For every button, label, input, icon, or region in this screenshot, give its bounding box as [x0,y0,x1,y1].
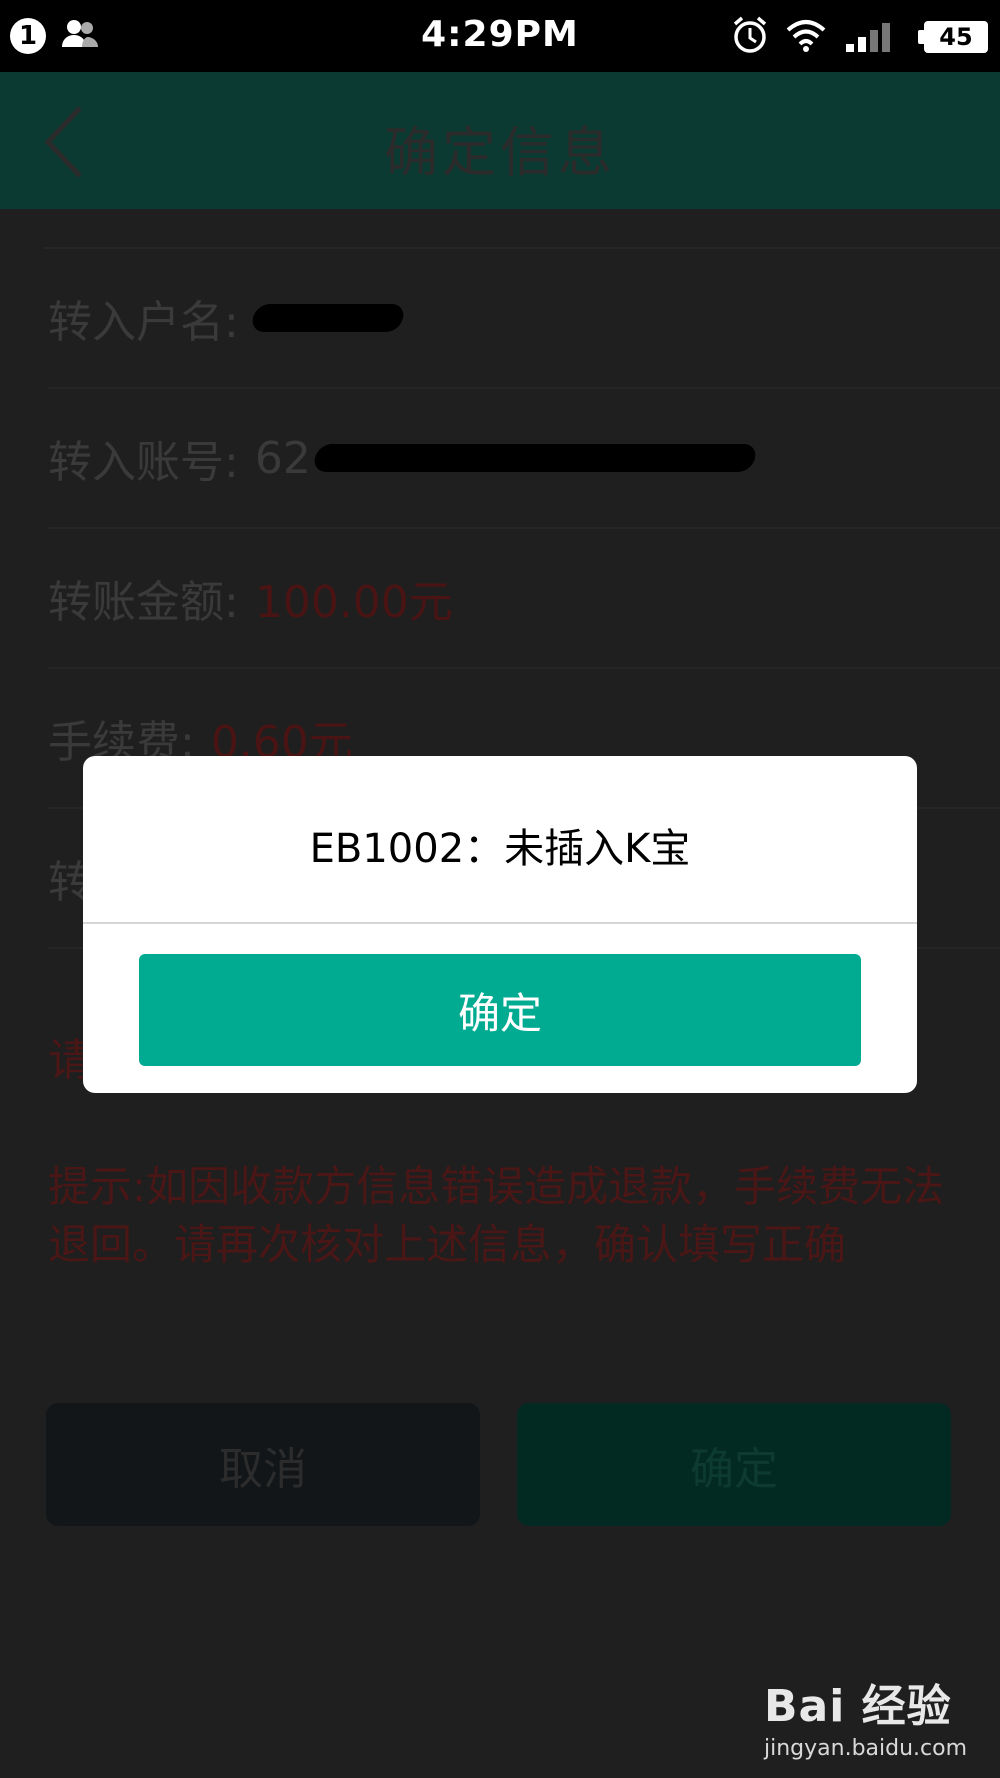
status-bar: 1 4:29PM 45 [0,0,1000,72]
row-amount: 转账金额: 100.00元 [48,529,1000,669]
amount-value: 100.00元 [254,577,453,628]
wifi-icon [786,18,826,56]
watermark-sub: jingyan.baidu.com [764,1736,968,1761]
alert-dialog: EB1002：未插入K宝 确定 [83,756,917,1093]
dialog-message: EB1002：未插入K宝 [309,826,691,872]
row-recipient-account: 转入账号: 62 [48,389,1000,529]
watermark-main: Bai 经验 [764,1681,952,1732]
battery-level: 45 [924,21,988,53]
signal-icon [844,18,900,56]
status-right: 45 [732,16,988,58]
row-recipient-name: 转入户名: [48,249,1000,389]
alarm-icon [732,16,768,58]
redacted-value [311,444,758,472]
battery-indicator: 45 [918,21,988,53]
dialog-divider [83,922,917,924]
row-value: 62 [254,432,311,484]
cancel-button[interactable]: 取消 [46,1403,480,1526]
app-bar: 确定信息 [0,72,1000,209]
notice-text: 提示:如因收款方信息错误造成退款，手续费无法退回。请再次核对上述信息，确认填写正… [48,1162,945,1269]
dialog-ok-button[interactable]: 确定 [139,954,861,1066]
page-title: 确定信息 [384,121,616,184]
row-label: 转账金额: [48,577,239,628]
baidu-watermark: Bai 经验 jingyan.baidu.com [764,1670,967,1761]
row-label: 转入户名: [48,297,239,348]
confirm-button[interactable]: 确定 [517,1403,951,1526]
row-label: 转入账号: [48,437,239,488]
redacted-value [249,304,406,332]
